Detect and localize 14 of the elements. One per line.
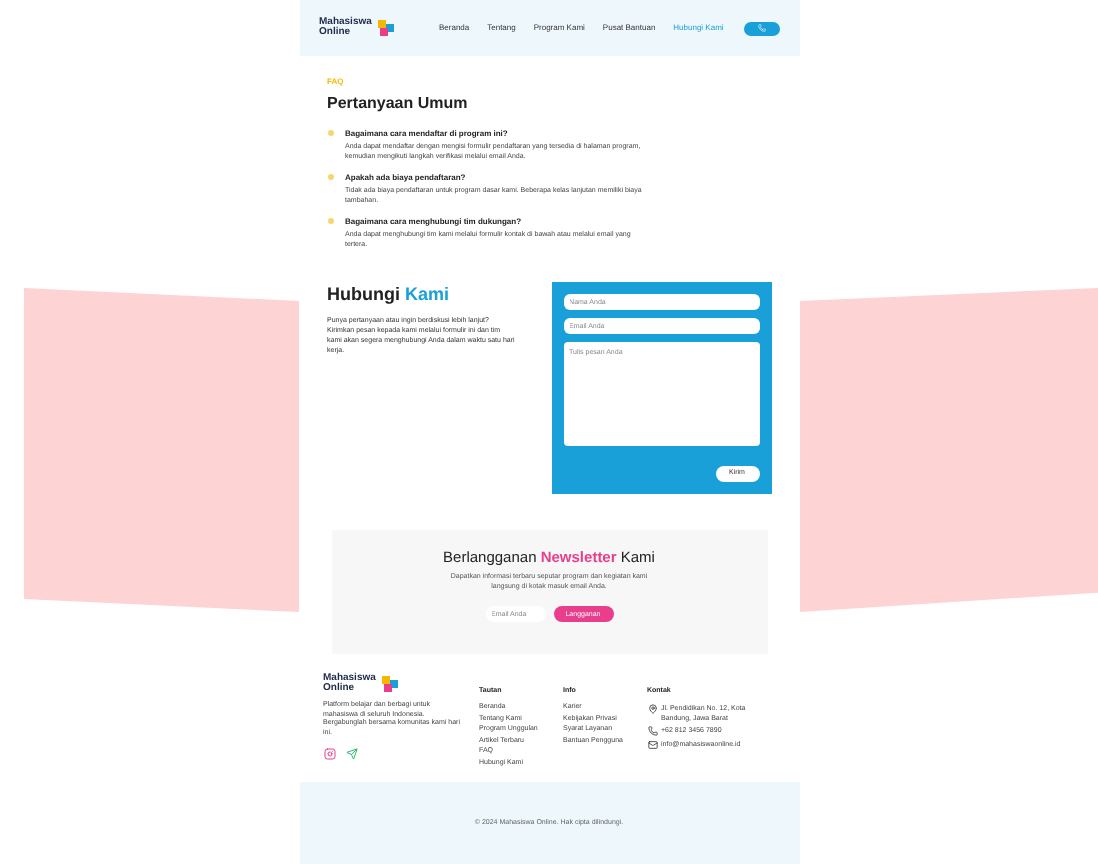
logo-icon [379, 674, 399, 694]
call-button[interactable] [743, 21, 779, 35]
bullet-icon [327, 174, 333, 180]
send-icon[interactable] [345, 748, 357, 760]
logo-icon [375, 18, 395, 38]
phone-icon [757, 24, 765, 32]
location-icon [647, 704, 657, 715]
section-title: Hubungi Kami [327, 282, 452, 308]
phone-icon [647, 726, 657, 737]
section-title: Pertanyaan Umum [327, 92, 470, 116]
instagram-icon[interactable] [323, 748, 335, 760]
bullet-icon [327, 130, 333, 136]
mail-icon [647, 740, 657, 751]
bullet-icon [327, 218, 333, 224]
